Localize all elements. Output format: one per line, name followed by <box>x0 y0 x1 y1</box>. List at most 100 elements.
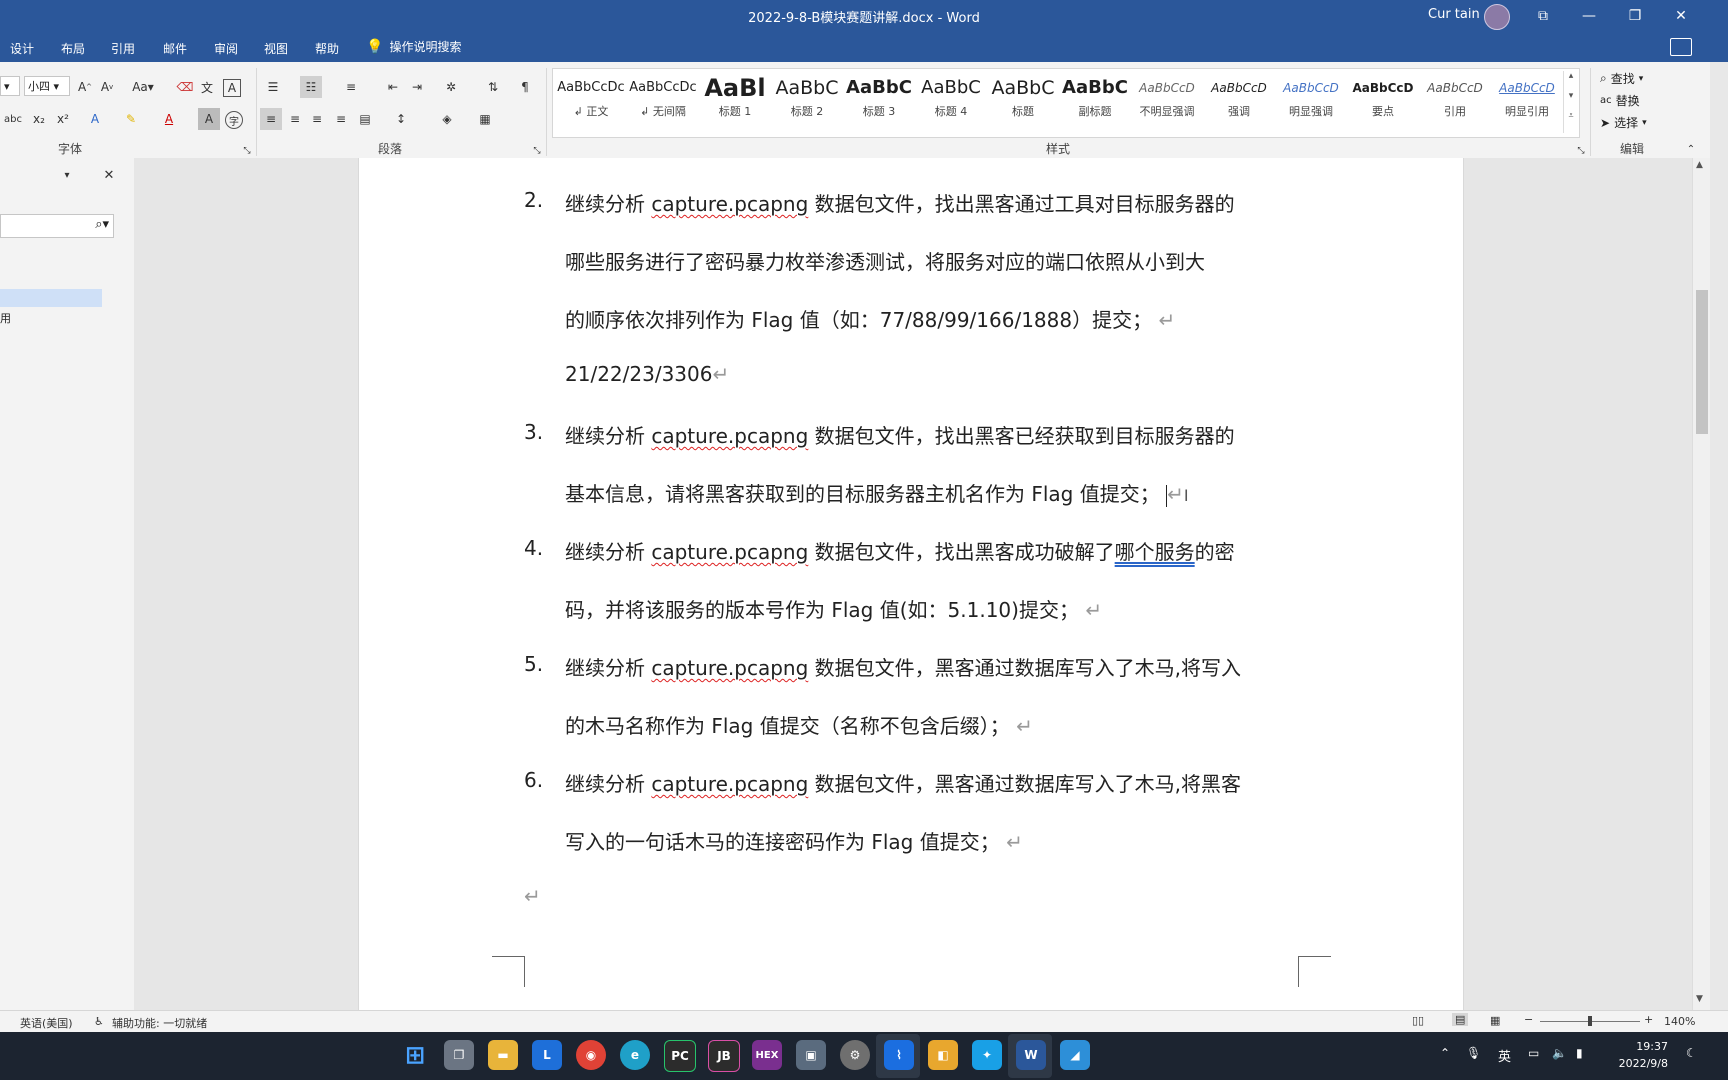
enclose-characters-icon[interactable]: 字 <box>225 111 243 129</box>
replace-button[interactable]: ac 替换 <box>1600 92 1640 109</box>
style-title[interactable]: AaBbC 标题 <box>989 73 1057 131</box>
subscript-icon[interactable]: x₂ <box>28 108 50 130</box>
body-text-line[interactable]: 继续分析 capture.pcapng 数据包文件，找出黑客通过工具对目标服务器… <box>565 188 1235 217</box>
style-subtitle[interactable]: AaBbC 副标题 <box>1061 73 1129 131</box>
hex-editor-icon[interactable]: HEX <box>752 1040 782 1070</box>
style-no-spacing[interactable]: AaBbCcDc ↲ 无间隔 <box>629 73 697 131</box>
phonetic-guide-icon[interactable]: 文 <box>196 76 218 98</box>
accessibility-status[interactable]: 辅助功能: 一切就绪 <box>112 1015 207 1031</box>
style-subtle-emphasis[interactable]: AaBbCcD 不明显强调 <box>1133 73 1201 131</box>
font-size-dropdown[interactable]: 小四 ▾ <box>24 76 70 96</box>
app-l-icon[interactable]: L <box>532 1040 562 1070</box>
navigation-search-input[interactable]: ⌕▾ <box>0 214 114 238</box>
vertical-scrollbar[interactable]: ▲ ▼ <box>1692 158 1711 1010</box>
print-layout-icon[interactable]: ▤ <box>1452 1013 1469 1026</box>
answer-line[interactable]: 21/22/23/3306↵ <box>565 362 729 386</box>
align-right-icon[interactable]: ≡ <box>306 108 328 130</box>
borders-icon[interactable]: ▦ <box>474 108 496 130</box>
image-viewer-icon[interactable]: ▣ <box>796 1040 826 1070</box>
body-text-line[interactable]: 码，并将该服务的版本号作为 Flag 值(如：5.1.10)提交； ↵ <box>565 594 1102 623</box>
align-center-icon[interactable]: ≡ <box>284 108 306 130</box>
body-text-line[interactable]: 基本信息，请将黑客获取到的目标服务器主机名作为 Flag 值提交； ↵I <box>565 478 1189 507</box>
notifications-icon[interactable]: ☾ <box>1686 1046 1697 1060</box>
strikethrough-icon[interactable]: abc <box>2 108 24 130</box>
word-icon[interactable]: W <box>1016 1040 1046 1070</box>
file-explorer-icon[interactable]: ▬ <box>488 1040 518 1070</box>
web-layout-icon[interactable]: ▦ <box>1490 1014 1500 1027</box>
find-button[interactable]: ⌕ 查找 ▾ <box>1600 70 1643 87</box>
zoom-in-icon[interactable]: + <box>1644 1013 1653 1026</box>
minimize-button[interactable]: — <box>1566 0 1612 32</box>
style-strong[interactable]: AaBbCcD 要点 <box>1349 73 1417 131</box>
chinese-layout-icon[interactable]: ✲ <box>440 76 462 98</box>
body-text-line[interactable]: 继续分析 capture.pcapng 数据包文件，找出黑客已经获取到目标服务器… <box>565 420 1235 449</box>
style-heading-1[interactable]: AaBl 标题 1 <box>701 73 769 131</box>
sort-icon[interactable]: ⇅ <box>482 76 504 98</box>
jetbrains-icon[interactable]: JB <box>708 1040 740 1072</box>
font-name-dropdown[interactable]: ▾ <box>0 76 20 96</box>
close-button[interactable]: ✕ <box>1658 0 1704 32</box>
restore-button[interactable]: ❐ <box>1612 0 1658 32</box>
edge-icon[interactable]: e <box>620 1040 650 1070</box>
body-text-line[interactable]: 写入的一句话木马的连接密码作为 Flag 值提交； ↵ <box>565 826 1023 855</box>
line-spacing-icon[interactable]: ↕ <box>390 108 412 130</box>
avatar[interactable] <box>1484 4 1510 30</box>
user-name[interactable]: Cur tain <box>1428 7 1480 22</box>
zoom-out-icon[interactable]: − <box>1524 1013 1533 1026</box>
volume-icon[interactable]: 🔈 <box>1552 1046 1567 1060</box>
body-text-line[interactable]: 继续分析 capture.pcapng 数据包文件，黑客通过数据库写入了木马,将… <box>565 652 1241 681</box>
clock-date[interactable]: 2022/9/8 <box>1612 1057 1668 1070</box>
read-mode-icon[interactable]: ▯▯ <box>1412 1014 1424 1027</box>
style-heading-4[interactable]: AaBbC 标题 4 <box>917 73 985 131</box>
ime-indicator[interactable]: 英 <box>1498 1046 1511 1065</box>
style-heading-3[interactable]: AaBbC 标题 3 <box>845 73 913 131</box>
change-case-icon[interactable]: Aa▾ <box>128 76 158 98</box>
select-button[interactable]: ➤ 选择 ▾ <box>1600 114 1647 131</box>
body-text-line[interactable]: 继续分析 capture.pcapng 数据包文件，黑客通过数据库写入了木马,将… <box>565 768 1241 797</box>
collapse-ribbon-icon[interactable]: ⌃ <box>1680 138 1702 160</box>
tray-overflow-icon[interactable]: ⌃ <box>1440 1046 1450 1060</box>
increase-indent-icon[interactable]: ⇥ <box>406 76 428 98</box>
style-normal[interactable]: AaBbCcDc ↲ 正文 <box>557 73 625 131</box>
justify-icon[interactable]: ≡ <box>330 108 352 130</box>
style-quote[interactable]: AaBbCcD 引用 <box>1421 73 1489 131</box>
decrease-indent-icon[interactable]: ⇤ <box>382 76 404 98</box>
distributed-icon[interactable]: ▤ <box>354 108 376 130</box>
body-text-line[interactable]: 继续分析 capture.pcapng 数据包文件，找出黑客成功破解了哪个服务的… <box>565 536 1235 565</box>
pycharm-icon[interactable]: PC <box>664 1040 696 1072</box>
microphone-icon[interactable]: 🎙 <box>1466 1046 1481 1060</box>
shark-app-icon[interactable]: ◢ <box>1060 1040 1090 1070</box>
shrink-font-icon[interactable]: Av <box>96 76 118 98</box>
zoom-slider-thumb[interactable] <box>1588 1016 1592 1026</box>
tab-view[interactable]: 视图 <box>264 40 288 57</box>
tell-me-search[interactable]: 💡 操作说明搜索 <box>366 38 461 55</box>
battery-icon[interactable]: ▮ <box>1576 1046 1583 1060</box>
character-shading-icon[interactable]: A <box>198 108 220 130</box>
character-border-icon[interactable]: A <box>223 79 241 97</box>
style-emphasis[interactable]: AaBbCcD 强调 <box>1205 73 1273 131</box>
tab-review[interactable]: 审阅 <box>214 40 238 57</box>
scroll-down-icon[interactable]: ▼ <box>1696 994 1703 1004</box>
pane-options-icon[interactable]: ▾ <box>56 164 78 186</box>
comments-icon[interactable] <box>1670 38 1692 56</box>
body-text-line[interactable]: 哪些服务进行了密码暴力枚举渗透测试，将服务对应的端口依照从小到大 <box>565 246 1205 275</box>
text-effects-icon[interactable]: A <box>84 108 106 130</box>
ribbon-display-options-button[interactable]: ⧉ <box>1520 0 1566 32</box>
tab-design[interactable]: 设计 <box>10 40 34 57</box>
styles-scroll-control[interactable]: ▴ ▾ ⩡ <box>1563 71 1578 133</box>
tab-layout[interactable]: 布局 <box>61 40 85 57</box>
remote-app-icon[interactable]: ◧ <box>928 1040 958 1070</box>
tab-help[interactable]: 帮助 <box>315 40 339 57</box>
show-formatting-marks-icon[interactable]: ¶ <box>514 76 536 98</box>
tab-references[interactable]: 引用 <box>111 40 135 57</box>
settings-app-icon[interactable]: ⚙ <box>840 1040 870 1070</box>
style-intense-quote[interactable]: AaBbCcD 明显引用 <box>1493 73 1561 131</box>
nav-heading-selected[interactable] <box>0 289 102 307</box>
clock-time[interactable]: 19:37 <box>1612 1040 1668 1053</box>
shading-icon[interactable]: ◈ <box>436 108 458 130</box>
network-icon[interactable]: ▭ <box>1528 1046 1539 1060</box>
style-heading-2[interactable]: AaBbC 标题 2 <box>773 73 841 131</box>
grow-font-icon[interactable]: A ^ <box>74 76 96 98</box>
highlight-icon[interactable]: ✎ <box>120 108 142 130</box>
numbering-icon[interactable]: ☷ <box>300 76 322 98</box>
